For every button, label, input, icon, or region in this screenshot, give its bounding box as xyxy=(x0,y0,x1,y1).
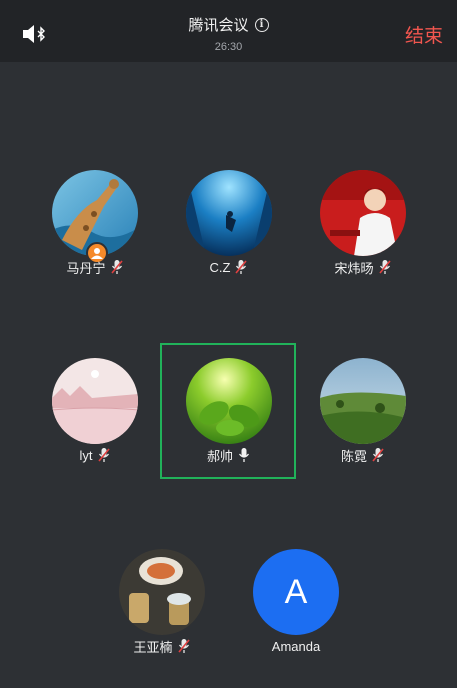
avatar xyxy=(186,358,272,444)
avatar xyxy=(119,549,205,635)
participant-name: lyt xyxy=(79,447,93,463)
meeting-timer: 26:30 xyxy=(214,41,243,53)
mic-muted-icon xyxy=(177,639,190,653)
info-icon[interactable]: i xyxy=(254,17,269,32)
mic-muted-icon xyxy=(372,448,384,462)
meeting-title: 腾讯会议 xyxy=(188,17,249,34)
participant-name: 宋炜旸 xyxy=(334,260,374,276)
participant-name: Amanda xyxy=(271,638,321,654)
participant-tile[interactable]: 郝帅 xyxy=(169,358,289,468)
participant-tile[interactable]: 马丹宁 xyxy=(35,170,155,280)
meeting-title-button[interactable]: 腾讯会议 i xyxy=(188,14,269,35)
avatar xyxy=(320,358,406,444)
participant-name: C.Z xyxy=(209,259,231,275)
end-meeting-button[interactable]: 结束 xyxy=(405,21,443,48)
mic-muted-icon xyxy=(110,260,123,274)
participant-tile[interactable]: C.Z xyxy=(169,170,289,280)
mic-muted-icon xyxy=(378,260,391,274)
mic-muted-icon xyxy=(97,448,110,462)
participant-name: 王亚楠 xyxy=(133,639,173,655)
top-bar: 腾讯会议 i 26:30 结束 xyxy=(0,0,457,62)
avatar xyxy=(52,358,138,444)
participant-tile[interactable]: 陈霓 xyxy=(303,358,423,468)
participant-tile[interactable]: 王亚楠 xyxy=(102,549,222,659)
participant-tile[interactable]: A Amanda xyxy=(236,549,356,659)
mic-muted-icon xyxy=(235,260,248,274)
participant-name: 陈霓 xyxy=(340,448,367,464)
participant-tile[interactable]: 宋炜旸 xyxy=(303,170,423,280)
mic-on-icon xyxy=(238,448,250,462)
avatar xyxy=(186,170,272,256)
participant-tile[interactable]: lyt xyxy=(35,358,155,468)
letter-avatar: A xyxy=(253,549,339,635)
avatar xyxy=(320,170,406,256)
participant-name: 马丹宁 xyxy=(66,260,106,276)
participant-name: 郝帅 xyxy=(206,448,233,464)
